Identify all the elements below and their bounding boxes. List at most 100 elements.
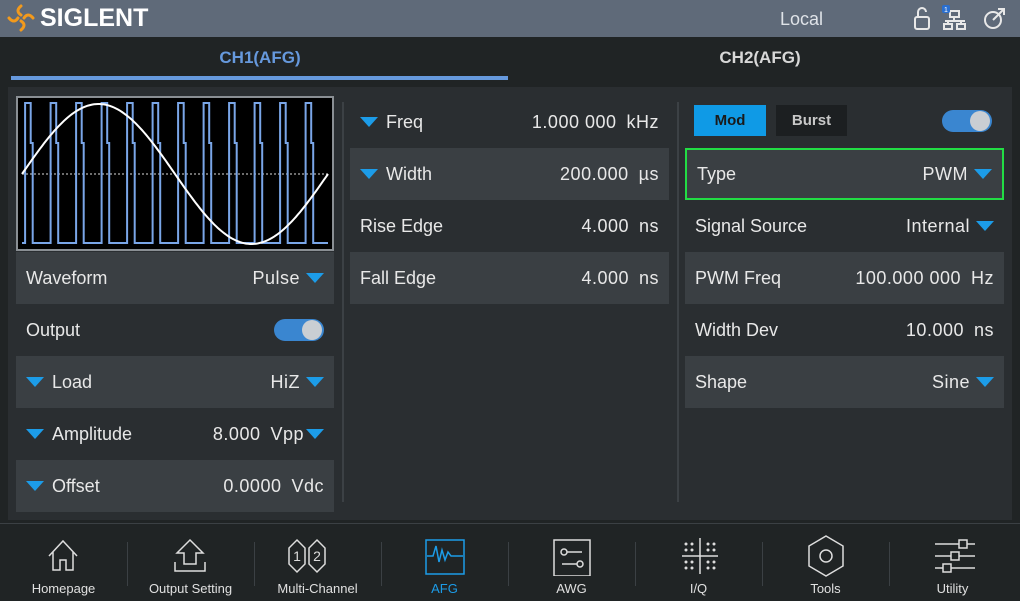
freq-row[interactable]: Freq 1.000 000 kHz xyxy=(350,96,669,148)
nav-tools[interactable]: Tools xyxy=(762,524,889,601)
fall-edge-row[interactable]: Fall Edge 4.000 ns xyxy=(350,252,669,304)
svg-text:2: 2 xyxy=(313,548,321,564)
active-tab-indicator xyxy=(11,76,508,80)
type-row[interactable]: Type PWM xyxy=(685,148,1004,200)
amplitude-value: 8.000 xyxy=(212,423,261,444)
column-divider xyxy=(677,102,679,502)
signal-source-label: Signal Source xyxy=(695,215,808,236)
home-icon xyxy=(48,539,78,571)
offset-row[interactable]: Offset 0.0000 Vdc xyxy=(16,460,334,512)
nav-label: I/Q xyxy=(689,581,708,596)
iq-constellation-icon xyxy=(682,538,718,574)
nav-label: Utility xyxy=(936,581,969,596)
mod-enable-toggle[interactable] xyxy=(942,110,992,132)
dropdown-icon xyxy=(306,273,324,283)
output-toggle[interactable] xyxy=(274,319,324,341)
width-dev-value: 10.000 xyxy=(905,319,964,340)
utility-sliders-icon xyxy=(935,539,975,573)
rise-edge-unit: ns xyxy=(638,215,659,236)
tab-ch1[interactable]: CH1(AFG) xyxy=(12,48,508,68)
dropdown-icon xyxy=(306,429,324,439)
waveform-preview xyxy=(16,96,334,251)
waveform-value: Pulse xyxy=(252,267,300,288)
nav-iq[interactable]: I/Q xyxy=(635,524,762,601)
tools-icon xyxy=(808,535,844,577)
dropdown-icon xyxy=(976,221,994,231)
nav-label: Homepage xyxy=(31,581,96,596)
nav-awg[interactable]: AWG xyxy=(508,524,635,601)
pwm-freq-row[interactable]: PWM Freq 100.000 000 Hz xyxy=(685,252,1004,304)
amplitude-unit: Vpp xyxy=(270,423,304,444)
svg-text:1: 1 xyxy=(293,548,301,564)
width-dev-row[interactable]: Width Dev 10.000 ns xyxy=(685,304,1004,356)
nav-afg[interactable]: AFG xyxy=(381,524,508,601)
multi-channel-icon: 12 xyxy=(288,538,326,574)
load-row[interactable]: Load HiZ xyxy=(16,356,334,408)
fall-edge-label: Fall Edge xyxy=(360,267,437,288)
pwm-freq-unit: Hz xyxy=(971,267,994,288)
nav-label: AWG xyxy=(556,581,587,596)
pwm-freq-value: 100.000 000 xyxy=(855,267,961,288)
fall-edge-value: 4.000 xyxy=(581,267,629,288)
brand-name: SIGLENT xyxy=(40,3,149,32)
nav-label: Output Setting xyxy=(148,581,233,596)
waveform-label: Waveform xyxy=(26,267,108,288)
usb-device-icon[interactable] xyxy=(982,5,1008,31)
nav-output-setting[interactable]: Output Setting xyxy=(127,524,254,601)
rise-edge-row[interactable]: Rise Edge 4.000 ns xyxy=(350,200,669,252)
afg-waveform-icon xyxy=(425,539,465,575)
fall-edge-unit: ns xyxy=(638,267,659,288)
output-label: Output xyxy=(26,319,81,340)
width-dev-label: Width Dev xyxy=(695,319,779,340)
unlock-icon[interactable] xyxy=(910,5,936,31)
expand-icon xyxy=(360,117,378,127)
shape-row[interactable]: Shape Sine xyxy=(685,356,1004,408)
rise-edge-value: 4.000 xyxy=(581,215,629,236)
signal-source-value: Internal xyxy=(905,215,970,236)
nav-label: Tools xyxy=(810,581,841,596)
lan-icon[interactable]: 1 xyxy=(942,5,968,31)
top-bar: SIGLENT Local 1 xyxy=(0,0,1020,37)
shape-label: Shape xyxy=(695,371,748,392)
freq-label: Freq xyxy=(386,111,424,132)
offset-unit: Vdc xyxy=(291,475,324,496)
rise-edge-label: Rise Edge xyxy=(360,215,444,236)
siglent-swirl-icon xyxy=(7,4,35,32)
expand-icon xyxy=(26,429,44,439)
signal-source-row[interactable]: Signal Source Internal xyxy=(685,200,1004,252)
output-upload-icon xyxy=(174,538,206,572)
nav-utility[interactable]: Utility xyxy=(889,524,1016,601)
load-label: Load xyxy=(52,371,93,392)
width-label: Width xyxy=(386,163,433,184)
nav-label: Multi-Channel xyxy=(277,581,358,596)
type-label: Type xyxy=(697,163,737,184)
expand-icon xyxy=(360,169,378,179)
amplitude-label: Amplitude xyxy=(52,423,133,444)
freq-unit: kHz xyxy=(626,111,659,132)
burst-button[interactable]: Burst xyxy=(776,105,847,136)
freq-value: 1.000 000 xyxy=(531,111,617,132)
column-divider xyxy=(342,102,344,502)
nav-multi-channel[interactable]: 1 2 Multi-Channel xyxy=(254,524,381,601)
bottom-nav: Homepage Output Setting 1 2 Multi-Channel … xyxy=(0,523,1020,600)
waveform-row[interactable]: Waveform Pulse xyxy=(16,252,334,304)
mod-button[interactable]: Mod xyxy=(694,105,766,136)
width-row[interactable]: Width 200.000 µs xyxy=(350,148,669,200)
svg-text:1: 1 xyxy=(944,7,948,14)
siglent-logo: SIGLENT xyxy=(6,3,148,33)
expand-icon xyxy=(26,377,44,387)
nav-label: AFG xyxy=(431,581,458,596)
offset-label: Offset xyxy=(52,475,100,496)
offset-value: 0.0000 xyxy=(223,475,282,496)
amplitude-row[interactable]: Amplitude 8.000 Vpp xyxy=(16,408,334,460)
width-unit: µs xyxy=(638,163,659,184)
waveform-plot xyxy=(21,102,329,245)
width-value: 200.000 xyxy=(560,163,629,184)
dropdown-icon xyxy=(306,377,324,387)
expand-icon xyxy=(26,481,44,491)
tab-ch2[interactable]: CH2(AFG) xyxy=(512,48,1008,68)
output-row: Output xyxy=(16,304,334,356)
dropdown-icon xyxy=(976,377,994,387)
awg-icon xyxy=(553,539,591,576)
nav-homepage[interactable]: Homepage xyxy=(0,524,127,601)
